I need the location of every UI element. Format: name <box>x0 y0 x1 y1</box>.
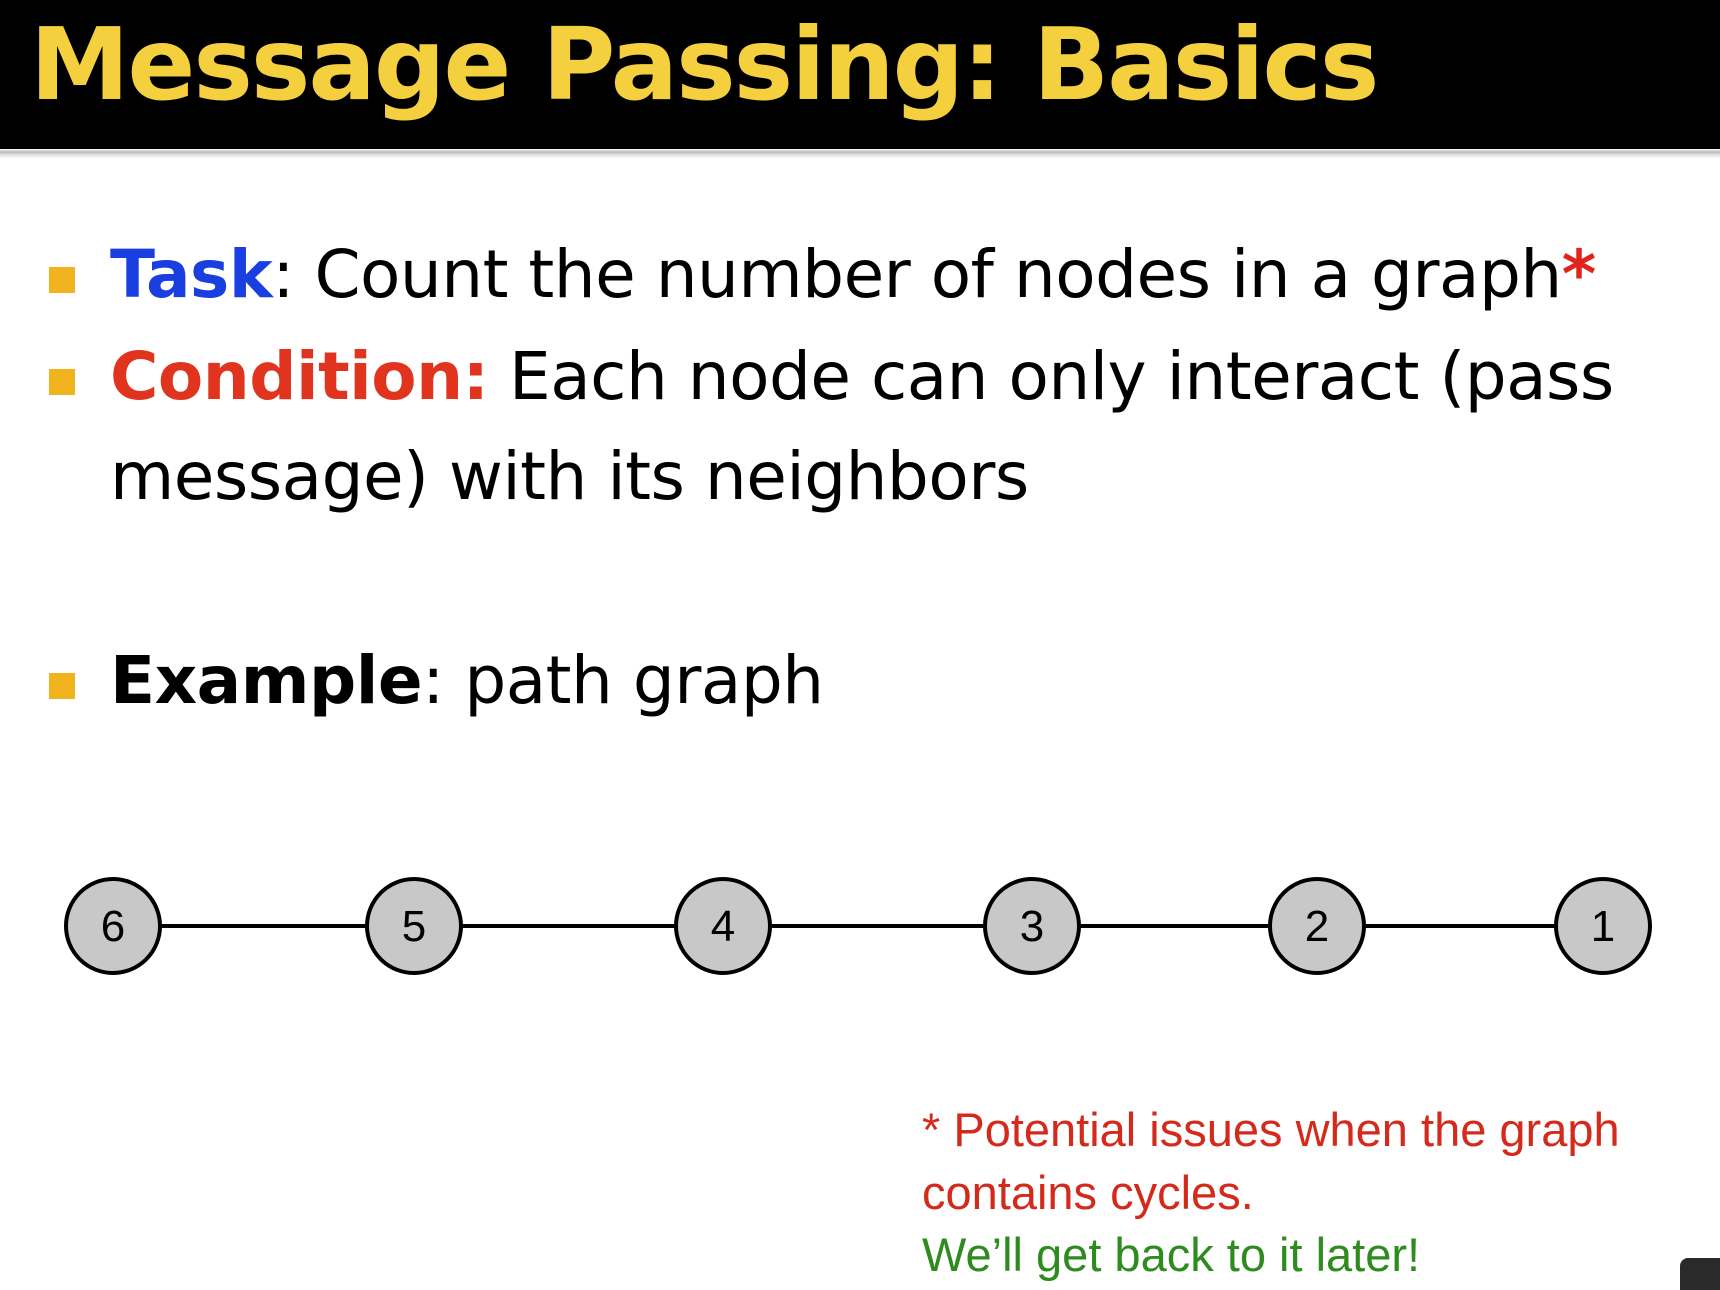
graph-node-label: 4 <box>711 902 735 951</box>
graph-node-4: 4 <box>674 877 772 975</box>
footnote-line1: * Potential issues when the graph <box>922 1103 1620 1156</box>
path-graph: 6 5 4 3 2 1 <box>64 877 1652 975</box>
graph-node-label: 3 <box>1020 902 1044 951</box>
bullet-task: Task: Count the number of nodes in a gra… <box>110 236 1596 313</box>
graph-node-1: 1 <box>1554 877 1652 975</box>
condition-text-line1: Each node can only interact (pass <box>488 338 1614 415</box>
graph-node-label: 1 <box>1591 902 1615 951</box>
graph-node-3: 3 <box>983 877 1081 975</box>
condition-text-line2: message) with its neighbors <box>110 438 1029 515</box>
footnote-line3: We’ll get back to it later! <box>922 1228 1421 1281</box>
example-keyword: Example <box>110 642 423 719</box>
slide: Message Passing: Basics Task: Count the … <box>0 0 1720 1290</box>
example-text: : path graph <box>422 642 824 719</box>
bullet-square-icon <box>49 369 75 395</box>
slide-title: Message Passing: Basics <box>30 6 1379 123</box>
footnote-line2: contains cycles. <box>922 1166 1254 1219</box>
task-text: : Count the number of nodes in a graph <box>272 236 1562 313</box>
bullet-condition-continuation: message) with its neighbors <box>110 438 1029 515</box>
title-divider <box>0 149 1720 159</box>
graph-node-label: 2 <box>1305 902 1329 951</box>
player-control-icon[interactable] <box>1680 1258 1720 1290</box>
bullet-square-icon <box>49 267 75 293</box>
bullet-square-icon <box>49 673 75 699</box>
graph-node-6: 6 <box>64 877 162 975</box>
task-footnote-marker: * <box>1561 236 1597 313</box>
title-bar: Message Passing: Basics <box>0 0 1720 149</box>
bullet-condition: Condition: Each node can only interact (… <box>110 338 1614 415</box>
bullet-example: Example: path graph <box>110 642 824 719</box>
graph-node-5: 5 <box>365 877 463 975</box>
task-keyword: Task <box>110 236 273 313</box>
graph-node-2: 2 <box>1268 877 1366 975</box>
condition-keyword: Condition: <box>110 338 489 415</box>
graph-node-label: 6 <box>101 902 125 951</box>
graph-node-label: 5 <box>402 902 426 951</box>
